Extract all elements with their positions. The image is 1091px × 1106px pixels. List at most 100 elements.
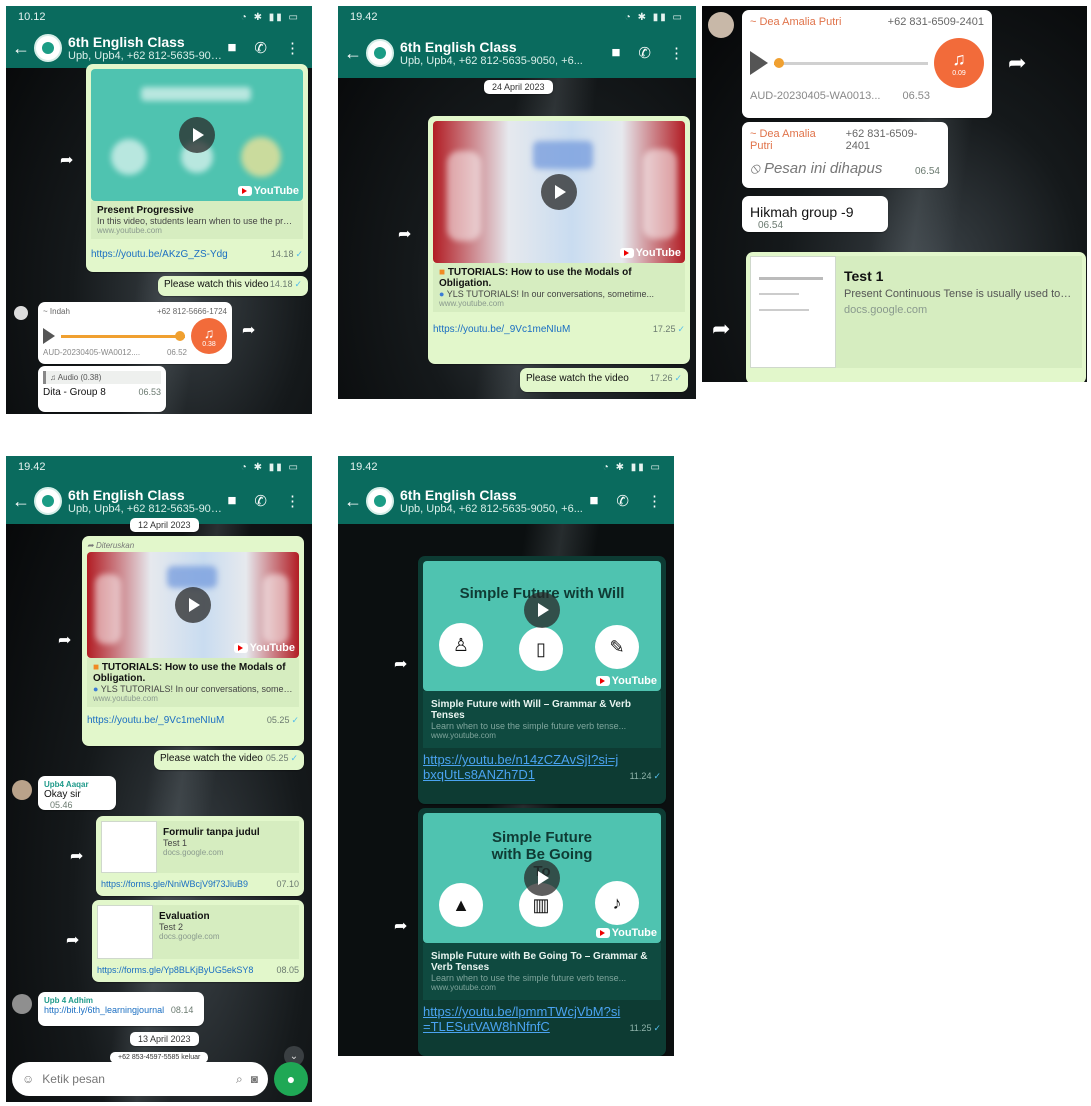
voice-message[interactable]: ~ Dea Amalia Putri +62 831-6509-2401 ♫ 0.… [742,10,992,118]
form-link-message[interactable]: Evaluation Test 2 docs.google.com https:… [92,900,304,982]
video-thumbnail[interactable]: Simple Future with Will ♙ ▯ ✎ YouTube [423,561,661,691]
chat-title[interactable]: 6th English Class [68,34,227,50]
video-call-icon[interactable]: ■ [227,39,236,57]
chat-subtitle[interactable]: Upb, Upb4, +62 812-5635-9050, +6... [68,50,227,62]
link-url[interactable]: https://youtu.be/n14zCZAvSjI?si=jbxqUtLs… [423,752,623,782]
menu-icon[interactable]: ⋮ [285,39,300,57]
group-avatar[interactable] [366,487,394,515]
document-thumbnail[interactable] [97,905,153,959]
message-input[interactable]: Ketik pesan [42,1072,228,1086]
forward-icon[interactable]: ➦ [394,919,412,935]
link-url[interactable]: https://youtu.be/lpmmTWcjVbM?si=TLESutVA… [423,1004,623,1034]
forward-icon[interactable]: ➦ [394,657,412,673]
voice-call-icon[interactable]: ✆ [254,492,267,510]
status-bar: 19.42 ◔ ✱ ▮▮ ▭ [6,456,312,478]
chat-title[interactable]: 6th English Class [400,39,611,55]
chat-subtitle[interactable]: Upb, Upb4, +62 812-5635-9050, +6... [400,55,611,67]
incoming-message[interactable]: Upb 4 Adhim http://bit.ly/6th_learningjo… [38,992,204,1026]
forward-icon[interactable]: ➦ [70,849,88,865]
group-avatar[interactable] [366,39,394,67]
forward-icon[interactable]: ➦ [58,633,76,649]
back-arrow-icon[interactable]: ← [344,43,362,64]
link-url[interactable]: https://youtu.be/_9Vc1meNIuM [87,715,224,726]
forward-icon[interactable]: ➦ [398,227,416,243]
menu-icon[interactable]: ⋮ [647,492,662,510]
audio-progress[interactable] [774,57,928,68]
voice-call-icon[interactable]: ✆ [616,492,629,510]
play-icon[interactable] [175,587,211,623]
link-preview[interactable]: ■ TUTORIALS: How to use the Modals of Ob… [87,658,299,707]
status-time: 19.42 [18,461,46,473]
text-message[interactable]: Please watch the video 05.25 ✓ [154,750,304,770]
forward-icon[interactable]: ➦ [712,318,730,340]
group-avatar[interactable] [34,34,62,62]
voice-call-icon[interactable]: ✆ [638,44,651,62]
link-url[interactable]: https://forms.gle/NniWBcjV9f73JiuB9 [101,879,248,889]
youtube-link-message[interactable]: ➦ Diteruskan YouTube ■ TUTORIALS: How to… [82,536,304,746]
mic-icon[interactable]: ● [274,1062,308,1096]
attach-icon[interactable]: ⌕ [236,1072,243,1087]
youtube-link-message[interactable]: YouTube Present Progressive In this vide… [86,64,308,272]
audio-progress[interactable] [61,330,186,341]
forward-icon[interactable]: ➦ [1008,52,1026,74]
sender-avatar-icon[interactable] [14,306,28,320]
link-preview[interactable]: ■ TUTORIALS: How to use the Modals of Ob… [433,263,685,312]
sender-avatar[interactable] [708,12,734,38]
incoming-message[interactable]: Upb4 Aaqar Okay sir 05.46 [38,776,116,810]
message-composer[interactable]: ☺ Ketik pesan ⌕ ◙ [12,1062,268,1096]
message-link[interactable]: http://bit.ly/6th_learningjournal [44,1005,164,1015]
menu-icon[interactable]: ⋮ [285,492,300,510]
back-arrow-icon[interactable]: ← [12,38,30,59]
deleted-message[interactable]: ~ Dea Amalia Putri +62 831-6509-2401 ⦸ P… [742,122,948,188]
play-icon[interactable] [524,860,560,896]
play-icon[interactable] [750,51,768,75]
quoted-message[interactable]: ♫ Audio (0.38) [43,371,161,384]
chat-title[interactable]: 6th English Class [400,487,589,503]
chat-title[interactable]: 6th English Class [68,487,227,503]
emoji-icon[interactable]: ☺ [22,1072,34,1086]
video-call-icon[interactable]: ■ [589,492,598,510]
youtube-link-message[interactable]: Simple Future with Be Going To ▲ ▥ ♪ You… [418,808,666,1056]
youtube-link-message[interactable]: YouTube ■ TUTORIALS: How to use the Moda… [428,116,690,364]
video-thumbnail[interactable]: YouTube [91,69,303,201]
link-url[interactable]: https://youtu.be/AKzG_ZS-Ydg [91,249,228,260]
headphones-icon: ♫ [50,373,58,382]
text-message[interactable]: Hikmah group -9 06.54 [742,196,888,232]
chat-subtitle[interactable]: Upb, Upb4, +62 812-5635-9050, +6... [400,503,589,515]
document-thumbnail[interactable] [750,256,836,368]
text-message[interactable]: Please watch this video 14.18 ✓ [158,276,308,296]
sender-avatar[interactable] [12,780,32,800]
voice-call-icon[interactable]: ✆ [254,39,267,57]
text-message[interactable]: Please watch the video 17.26 ✓ [520,368,688,392]
document-thumbnail[interactable] [101,821,157,873]
voice-message[interactable]: ~ Indah +62 812-5666-1724 ♫ 0.38 AUD-2023… [38,302,232,364]
forward-icon[interactable]: ➦ [60,153,78,169]
link-url[interactable]: https://forms.gle/Yp8BLKjByUG5ekSY8 [97,965,253,975]
video-thumbnail[interactable]: YouTube [87,552,299,658]
camera-icon[interactable]: ◙ [251,1072,258,1086]
group-avatar[interactable] [34,487,62,515]
back-arrow-icon[interactable]: ← [12,491,30,512]
video-thumbnail[interactable]: Simple Future with Be Going To ▲ ▥ ♪ You… [423,813,661,943]
video-thumbnail[interactable]: YouTube [433,121,685,263]
sender-avatar[interactable] [12,994,32,1014]
link-preview[interactable]: Simple Future with Will – Grammar & Verb… [423,691,661,748]
form-link-message[interactable]: Formulir tanpa judul Test 1 docs.google.… [96,816,304,896]
play-icon[interactable] [179,117,215,153]
video-call-icon[interactable]: ■ [611,44,620,62]
chat-subtitle[interactable]: Upb, Upb4, +62 812-5635-9050, +6... [68,503,227,515]
forward-icon[interactable]: ➦ [66,933,84,949]
reply-message[interactable]: ♫ Audio (0.38) Dita - Group 8 06.53 [38,366,166,412]
link-preview[interactable]: Present Progressive In this video, stude… [91,201,303,239]
back-arrow-icon[interactable]: ← [344,491,362,512]
play-icon[interactable] [524,592,560,629]
youtube-link-message[interactable]: Simple Future with Will ♙ ▯ ✎ YouTube Si… [418,556,666,804]
link-preview[interactable]: Simple Future with Be Going To – Grammar… [423,943,661,1000]
video-call-icon[interactable]: ■ [227,492,236,510]
menu-icon[interactable]: ⋮ [669,44,684,62]
link-url[interactable]: https://youtu.be/_9Vc1meNIuM [433,324,570,335]
play-icon[interactable] [541,174,577,210]
document-link-message[interactable]: Test 1 Present Continuous Tense is usual… [746,252,1086,382]
forward-icon[interactable]: ➦ [242,323,260,339]
play-icon[interactable] [43,328,55,344]
